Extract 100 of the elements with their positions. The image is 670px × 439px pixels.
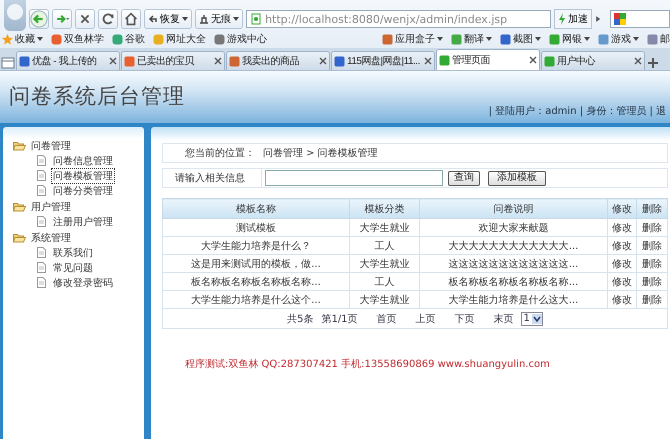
row-action-link[interactable]: 删除 — [636, 218, 668, 236]
bookmark-link[interactable]: 双鱼林学 — [51, 32, 104, 46]
row-action-link[interactable]: 删除 — [636, 290, 668, 308]
home-button[interactable] — [121, 9, 142, 29]
menu-item[interactable]: 注册用户管理 — [52, 214, 114, 228]
close-icon[interactable] — [529, 56, 537, 64]
table-cell: 大学生能力培养是什么？ — [162, 236, 350, 254]
search-field[interactable] — [610, 10, 670, 28]
bookmark-link[interactable]: 谷歌 — [112, 32, 145, 46]
menu-item[interactable]: 问卷分类管理 — [52, 184, 114, 198]
browser-tab[interactable]: 用户中心 — [541, 51, 645, 70]
toolbar-link[interactable]: 游戏 — [598, 32, 639, 46]
row-action-link[interactable]: 删除 — [636, 236, 668, 254]
menu-item[interactable]: 联系我们 — [52, 246, 94, 260]
address-bar[interactable]: http://localhost:8080/wenjx/admin/index.jsp — [246, 10, 552, 28]
row-action-link[interactable]: 删除 — [636, 272, 668, 290]
file-icon — [37, 185, 46, 196]
table-cell: 大学生就业 — [350, 254, 420, 272]
tab-icon — [544, 56, 555, 66]
record-count: 共5条 — [287, 312, 314, 326]
file-icon — [37, 247, 46, 258]
url-text: http://localhost:8080/wenjx/admin/index.jsp — [265, 12, 508, 26]
stop-button[interactable] — [75, 9, 96, 29]
close-icon[interactable] — [109, 57, 117, 65]
toolbar-link[interactable]: 应用盒子 — [382, 32, 443, 46]
dropdown-icon — [532, 314, 542, 324]
table-cell: 工人 — [350, 236, 420, 254]
menu-item[interactable]: 问卷模板管理 — [52, 168, 114, 182]
bookmark-link[interactable]: 网址大全 — [153, 32, 206, 46]
undo-icon — [148, 14, 158, 24]
column-header: 模板分类 — [350, 198, 420, 218]
table-cell: 大大大大大大大大大大大大... — [420, 236, 608, 254]
pagination-link[interactable]: 上页 — [416, 312, 436, 326]
browser-tab[interactable]: 我卖出的商品 — [226, 51, 330, 70]
tool-icon — [382, 34, 393, 44]
menu-group[interactable]: 问卷管理 — [31, 138, 71, 152]
table-cell: 工人 — [350, 272, 420, 290]
toolbar-link[interactable]: 网银 — [549, 32, 590, 46]
table-cell: 测试模板 — [162, 218, 350, 236]
toolbar-link[interactable]: 邮 — [647, 32, 670, 46]
menu-group[interactable]: 用户管理 — [31, 200, 71, 214]
bookmark-link[interactable]: 游戏中心 — [214, 32, 267, 46]
menu-button[interactable]: 无痕 — [195, 9, 244, 29]
caret-icon — [437, 36, 443, 42]
column-header: 模板名称 — [162, 198, 350, 218]
toolbar-link[interactable]: 截图 — [500, 32, 541, 46]
row-action-link[interactable]: 修改 — [608, 272, 636, 290]
pagination-link[interactable]: 首页 — [376, 312, 397, 326]
close-icon[interactable] — [634, 57, 642, 65]
close-icon[interactable] — [319, 57, 327, 65]
menu-item[interactable]: 修改登录密码 — [52, 276, 114, 290]
table-cell: 板名称板名称板名称板名称... — [162, 272, 350, 290]
incognito-icon — [199, 14, 210, 24]
window-icon[interactable] — [1, 56, 15, 70]
bookmark-icon — [51, 34, 62, 44]
back-icon — [30, 9, 48, 29]
query-button[interactable]: 查询 — [448, 170, 480, 186]
file-icon — [37, 155, 46, 166]
tool-icon — [451, 34, 462, 44]
menu-group[interactable]: 系统管理 — [31, 230, 71, 244]
pagination-link[interactable]: 下页 — [454, 312, 475, 326]
browser-tab[interactable]: 管理页面 — [436, 49, 540, 70]
column-header: 删除 — [636, 198, 668, 218]
browser-tab[interactable]: 已卖出的宝贝 — [121, 51, 225, 70]
file-icon — [37, 262, 46, 273]
row-action-link[interactable]: 修改 — [608, 236, 636, 254]
bookmark-icon — [112, 34, 123, 44]
browser-tab[interactable]: 115网盘|网盘|11... — [331, 51, 435, 70]
folder-icon — [13, 232, 26, 242]
close-icon[interactable] — [214, 57, 222, 65]
page-select[interactable]: 1 — [520, 312, 543, 326]
caret-icon — [535, 36, 541, 42]
file-icon — [37, 277, 46, 288]
play-icon[interactable] — [595, 13, 601, 25]
row-action-link[interactable]: 删除 — [636, 254, 668, 272]
pagination-link[interactable]: 末页 — [494, 312, 514, 326]
bookmark-icon — [153, 34, 164, 44]
plus-icon[interactable] — [646, 56, 660, 70]
logo-icon — [5, 2, 26, 22]
bookmark-link[interactable]: 收藏 — [2, 32, 43, 46]
refresh-button[interactable] — [98, 9, 118, 29]
add-template-button[interactable]: 添加模板 — [488, 170, 546, 186]
row-action-link[interactable]: 修改 — [608, 254, 636, 272]
page-icon — [250, 13, 262, 25]
back-button[interactable] — [29, 9, 50, 29]
row-action-link[interactable]: 修改 — [608, 290, 636, 308]
speedup-button[interactable]: 加速 — [554, 9, 592, 29]
tab-icon — [229, 56, 240, 66]
menu-item[interactable]: 问卷信息管理 — [52, 154, 114, 168]
menu-button[interactable]: 恢复 — [144, 9, 192, 29]
browser-tab[interactable]: 优盘 - 我上传的 — [16, 51, 120, 70]
menu-item[interactable]: 常见问题 — [52, 260, 94, 274]
site-title: 问卷系统后台管理 — [9, 83, 185, 110]
toolbar-link[interactable]: 翻译 — [451, 32, 492, 46]
row-action-link[interactable]: 修改 — [608, 218, 636, 236]
search-input[interactable] — [265, 170, 443, 186]
tab-icon — [124, 56, 135, 66]
tab-icon — [334, 56, 345, 66]
close-icon[interactable] — [424, 57, 432, 65]
caret-icon — [584, 36, 590, 42]
